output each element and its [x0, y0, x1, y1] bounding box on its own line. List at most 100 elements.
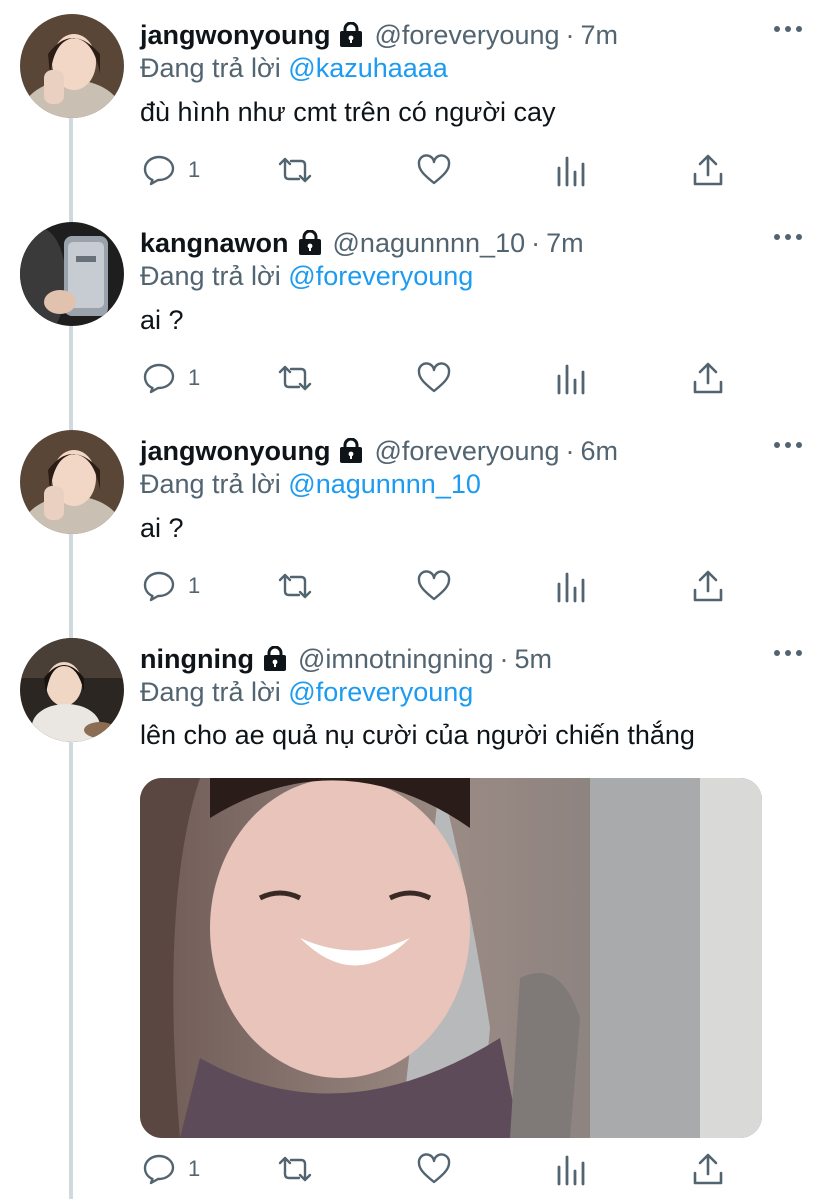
avatar[interactable] [20, 14, 124, 118]
reply-count: 1 [188, 1156, 201, 1181]
analytics-button[interactable] [556, 569, 586, 603]
reply-count: 1 [188, 157, 201, 182]
tweet-header: jangwonyoung @foreveryoung · 7m [140, 18, 618, 52]
analytics-button[interactable] [556, 1152, 586, 1186]
username[interactable]: @nagunnnn_10 [333, 228, 526, 259]
retweet-button[interactable] [276, 1152, 314, 1186]
lock-icon [297, 230, 323, 256]
more-icon[interactable] [774, 232, 802, 242]
tweet-text: lên cho ae quả nụ cười của người chiến t… [140, 720, 695, 750]
replying-to-label: Đang trả lời [140, 469, 281, 499]
tweet[interactable]: kangnawon @nagunnnn_10 · 7m Đang trả lời… [0, 208, 828, 416]
tweet[interactable]: jangwonyoung @foreveryoung · 6m Đang trả… [0, 416, 828, 624]
timestamp[interactable]: 5m [515, 644, 553, 675]
retweet-icon [278, 157, 312, 183]
replying-to-label: Đang trả lời [140, 677, 281, 707]
retweet-icon [278, 365, 312, 391]
separator-dot: · [565, 19, 575, 50]
share-button[interactable] [692, 1152, 724, 1186]
reply-icon [143, 571, 175, 602]
tweet-text: đù hình như cmt trên có người cay [140, 97, 556, 127]
avatar[interactable] [20, 430, 124, 534]
tweet-actions: 1 [140, 569, 740, 609]
timestamp[interactable]: 7m [546, 228, 584, 259]
analytics-icon [557, 1155, 585, 1186]
like-icon [417, 154, 451, 185]
timestamp[interactable]: 6m [581, 436, 619, 467]
tweet-header: kangnawon @nagunnnn_10 · 7m [140, 226, 584, 260]
tweet-actions: 1 [140, 153, 740, 193]
separator-dot: · [499, 643, 509, 674]
display-name[interactable]: jangwonyoung [140, 20, 330, 51]
analytics-button[interactable] [556, 361, 586, 395]
lock-icon [338, 438, 364, 464]
display-name[interactable]: jangwonyoung [140, 436, 330, 467]
tweet[interactable]: jangwonyoung @foreveryoung · 7m Đang trả… [0, 0, 828, 208]
tweet-header: ningning @imnotningning · 5m [140, 642, 552, 676]
replying-to-label: Đang trả lời [140, 53, 281, 83]
analytics-button[interactable] [556, 153, 586, 187]
reply-button[interactable]: 1 [142, 361, 200, 395]
retweet-icon [278, 1156, 312, 1182]
avatar[interactable] [20, 222, 124, 326]
reply-button[interactable]: 1 [142, 569, 200, 603]
username[interactable]: @imnotningning [298, 644, 494, 675]
tweet-header: jangwonyoung @foreveryoung · 6m [140, 434, 618, 468]
username[interactable]: @foreveryoung [374, 436, 559, 467]
share-icon [693, 362, 723, 394]
reply-button[interactable]: 1 [142, 1152, 200, 1186]
display-name[interactable]: kangnawon [140, 228, 289, 259]
share-button[interactable] [692, 153, 724, 187]
display-name[interactable]: ningning [140, 644, 254, 675]
tweet-media-image[interactable] [140, 778, 762, 1138]
lock-icon [338, 22, 364, 48]
tweet[interactable]: ningning @imnotningning · 5m Đang trả lờ… [0, 624, 828, 1199]
share-button[interactable] [692, 569, 724, 603]
reply-button[interactable]: 1 [142, 153, 200, 187]
tweet-actions: 1 [140, 361, 740, 401]
username[interactable]: @foreveryoung [374, 20, 559, 51]
replying-to: Đang trả lời @foreveryoung [140, 261, 473, 292]
retweet-button[interactable] [276, 569, 314, 603]
share-button[interactable] [692, 361, 724, 395]
more-icon[interactable] [774, 440, 802, 450]
mention-link[interactable]: @foreveryoung [288, 677, 473, 707]
reply-icon [143, 363, 175, 394]
like-button[interactable] [416, 361, 452, 395]
share-icon [693, 570, 723, 602]
like-button[interactable] [416, 153, 452, 187]
analytics-icon [557, 156, 585, 187]
mention-link[interactable]: @kazuhaaaa [288, 53, 448, 83]
like-icon [417, 1153, 451, 1184]
separator-dot: · [531, 227, 541, 258]
replying-to-label: Đang trả lời [140, 261, 281, 291]
avatar[interactable] [20, 638, 124, 742]
lock-icon [262, 646, 288, 672]
replying-to: Đang trả lời @foreveryoung [140, 677, 473, 708]
more-icon[interactable] [774, 648, 802, 658]
analytics-icon [557, 572, 585, 603]
mention-link[interactable]: @nagunnnn_10 [288, 469, 481, 499]
more-icon[interactable] [774, 24, 802, 34]
share-icon [693, 1153, 723, 1185]
reply-icon [143, 1154, 175, 1185]
like-icon [417, 362, 451, 393]
share-icon [693, 154, 723, 186]
replying-to: Đang trả lời @kazuhaaaa [140, 53, 448, 84]
retweet-button[interactable] [276, 153, 314, 187]
timestamp[interactable]: 7m [581, 20, 619, 51]
tweet-actions: 1 [140, 1152, 740, 1192]
reply-count: 1 [188, 365, 201, 390]
replying-to: Đang trả lời @nagunnnn_10 [140, 469, 481, 500]
tweet-text: ai ? [140, 513, 184, 543]
separator-dot: · [565, 435, 575, 466]
analytics-icon [557, 364, 585, 395]
like-button[interactable] [416, 569, 452, 603]
like-button[interactable] [416, 1152, 452, 1186]
reply-count: 1 [188, 573, 201, 598]
like-icon [417, 570, 451, 601]
retweet-icon [278, 573, 312, 599]
tweet-text: ai ? [140, 305, 184, 335]
retweet-button[interactable] [276, 361, 314, 395]
mention-link[interactable]: @foreveryoung [288, 261, 473, 291]
